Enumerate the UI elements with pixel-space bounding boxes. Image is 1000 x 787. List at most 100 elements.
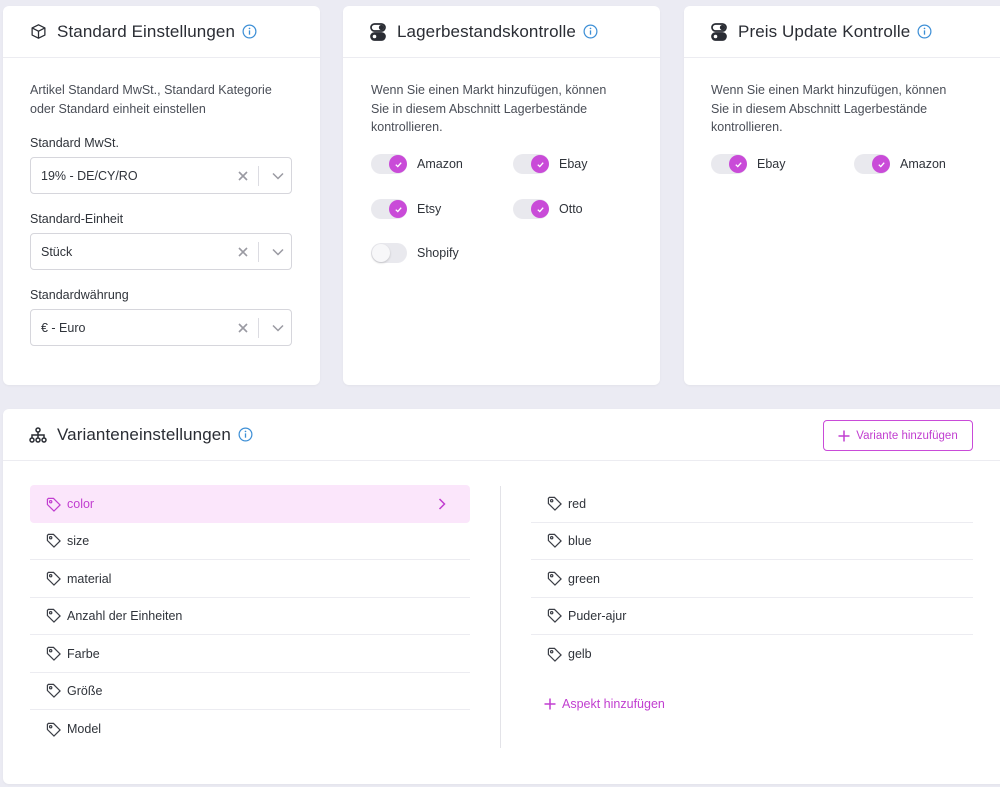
list-item[interactable]: green xyxy=(531,560,973,598)
box-icon xyxy=(29,23,47,40)
unit-select[interactable]: Stück xyxy=(30,233,292,270)
description-line: Sie in diesem Abschnitt Lagerbestände xyxy=(371,101,588,116)
toggle-label: Amazon xyxy=(417,157,463,171)
toggle-switch[interactable] xyxy=(371,199,407,219)
info-icon[interactable] xyxy=(238,427,253,442)
value-label: green xyxy=(568,571,600,586)
toggle-label: Amazon xyxy=(900,157,946,171)
list-item[interactable]: Anzahl der Einheiten xyxy=(30,597,470,635)
variant-settings-header: Varianteneinstellungen Variante hinzufüg… xyxy=(3,409,1000,461)
toggle-switch[interactable] xyxy=(513,199,549,219)
tag-icon xyxy=(46,497,61,512)
select-divider xyxy=(258,241,259,262)
toggle-label: Ebay xyxy=(757,157,786,171)
standard-settings-header: Standard Einstellungen xyxy=(3,6,320,58)
value-label: Puder-ajur xyxy=(568,608,627,623)
stock-toggle-amazon[interactable]: Amazon xyxy=(371,154,463,174)
attribute-label: Größe xyxy=(67,683,103,698)
check-icon xyxy=(872,155,890,173)
toggle-knob xyxy=(372,244,390,262)
stock-toggle-otto[interactable]: Otto xyxy=(513,199,583,219)
list-item[interactable]: Puder-ajur xyxy=(531,597,973,635)
plus-icon xyxy=(838,430,850,442)
list-item[interactable]: size xyxy=(30,522,470,560)
unit-label: Standard-Einheit xyxy=(30,212,124,226)
chevron-down-icon[interactable] xyxy=(265,248,291,256)
price-toggle-amazon[interactable]: Amazon xyxy=(854,154,946,174)
list-item[interactable]: Größe xyxy=(30,672,470,710)
toggle-switch[interactable] xyxy=(854,154,890,174)
description-line: Wenn Sie einen Markt hinzufügen, können xyxy=(711,83,947,97)
stock-toggle-shopify[interactable]: Shopify xyxy=(371,243,459,263)
price-toggle-ebay[interactable]: Ebay xyxy=(711,154,786,174)
vat-select[interactable]: 19% - DE/CY/RO xyxy=(30,157,292,194)
list-item[interactable]: material xyxy=(30,560,470,598)
close-icon[interactable] xyxy=(232,322,254,333)
page-title: Standard Einstellungen xyxy=(57,21,235,41)
toggle-icon xyxy=(710,22,728,41)
tag-icon xyxy=(46,533,61,548)
toggle-label: Otto xyxy=(559,202,583,216)
add-aspect-link[interactable]: Aspekt hinzufügen xyxy=(544,697,665,711)
toggle-label: Etsy xyxy=(417,202,442,216)
currency-label: Standardwährung xyxy=(30,288,129,302)
list-item[interactable]: blue xyxy=(531,522,973,560)
value-label: gelb xyxy=(568,647,592,661)
toggle-switch[interactable] xyxy=(711,154,747,174)
toggle-switch[interactable] xyxy=(371,243,407,263)
description-line: Artikel Standard MwSt., Standard Kategor… xyxy=(30,83,272,97)
tag-icon xyxy=(547,496,562,511)
description-line: kontrollieren. xyxy=(711,120,783,134)
list-item[interactable]: red xyxy=(531,485,973,523)
list-item[interactable]: Model xyxy=(30,710,470,748)
add-variant-label: Variante hinzufügen xyxy=(856,429,958,442)
tag-icon xyxy=(46,646,61,661)
check-icon xyxy=(729,155,747,173)
standard-settings-card: Standard Einstellungen Artikel Standard … xyxy=(3,6,320,385)
select-divider xyxy=(258,317,259,338)
toggle-label: Shopify xyxy=(417,246,459,260)
check-icon xyxy=(531,200,549,218)
value-label: red xyxy=(568,496,587,511)
close-icon[interactable] xyxy=(232,246,254,257)
price-description: Wenn Sie einen Markt hinzufügen, können … xyxy=(711,81,946,137)
check-icon xyxy=(389,155,407,173)
attribute-label: color xyxy=(67,497,95,511)
stock-control-header: Lagerbestandskontrolle xyxy=(343,6,660,58)
chevron-down-icon[interactable] xyxy=(265,172,291,180)
add-variant-button[interactable]: Variante hinzufügen xyxy=(823,420,973,451)
close-icon[interactable] xyxy=(232,170,254,181)
toggle-switch[interactable] xyxy=(513,154,549,174)
list-item[interactable]: Farbe xyxy=(30,635,470,673)
info-icon[interactable] xyxy=(917,24,932,39)
check-icon xyxy=(389,200,407,218)
value-label: blue xyxy=(568,533,592,548)
standard-description: Artikel Standard MwSt., Standard Kategor… xyxy=(30,81,272,118)
currency-select[interactable]: € - Euro xyxy=(30,309,292,346)
price-update-header: Preis Update Kontrolle xyxy=(684,6,1000,58)
price-update-card: Preis Update Kontrolle Wenn Sie einen Ma… xyxy=(684,6,1000,385)
info-icon[interactable] xyxy=(583,24,598,39)
tag-icon xyxy=(547,533,562,548)
tag-icon xyxy=(547,608,562,623)
stock-toggle-ebay[interactable]: Ebay xyxy=(513,154,588,174)
stock-control-card: Lagerbestandskontrolle Wenn Sie einen Ma… xyxy=(343,6,660,385)
chevron-right-icon xyxy=(438,498,446,510)
attribute-label: Farbe xyxy=(67,646,100,661)
tag-icon xyxy=(46,722,61,737)
hierarchy-icon xyxy=(29,426,47,443)
description-line: Sie in diesem Abschnitt Lagerbestände xyxy=(711,101,928,116)
stock-toggle-etsy[interactable]: Etsy xyxy=(371,199,441,219)
description-line: oder Standard einheit einstellen xyxy=(30,101,206,116)
page-title: Lagerbestandskontrolle xyxy=(397,21,576,41)
list-item[interactable]: color xyxy=(30,485,470,523)
plus-icon xyxy=(544,698,556,710)
toggle-switch[interactable] xyxy=(371,154,407,174)
chevron-down-icon[interactable] xyxy=(265,324,291,332)
column-divider xyxy=(500,486,501,748)
info-icon[interactable] xyxy=(242,24,257,39)
page-title: Preis Update Kontrolle xyxy=(738,21,911,41)
attribute-label: size xyxy=(67,533,90,548)
unit-value: Stück xyxy=(41,244,73,259)
list-item[interactable]: gelb xyxy=(531,635,973,673)
